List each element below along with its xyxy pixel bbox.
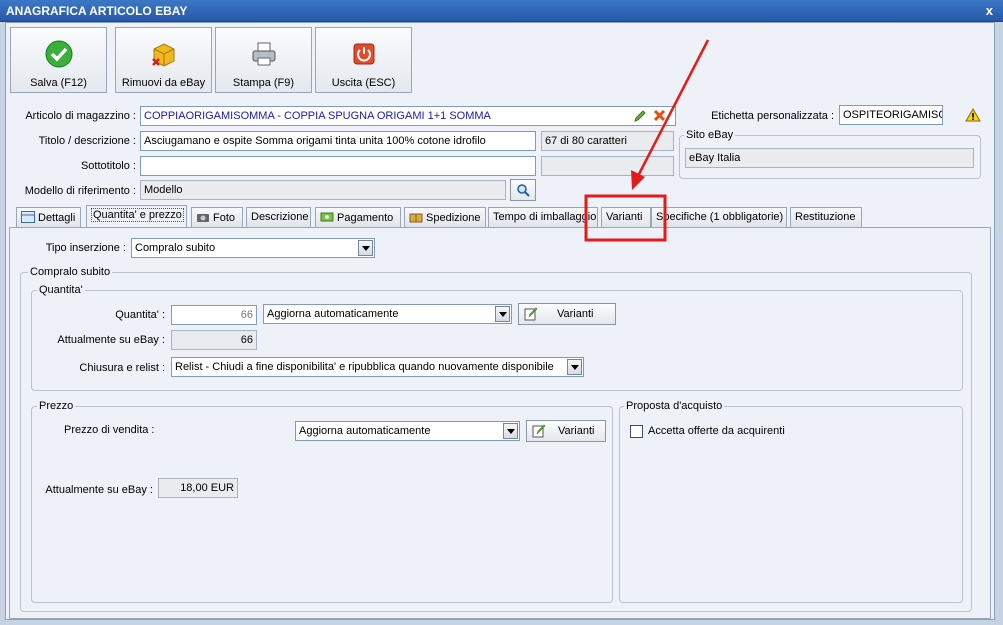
annotation-arrow-line [636, 39, 710, 177]
annotation-arrowhead-icon [631, 170, 645, 190]
annotation-highlight-box [584, 194, 667, 242]
annotation-overlay [584, 39, 710, 242]
